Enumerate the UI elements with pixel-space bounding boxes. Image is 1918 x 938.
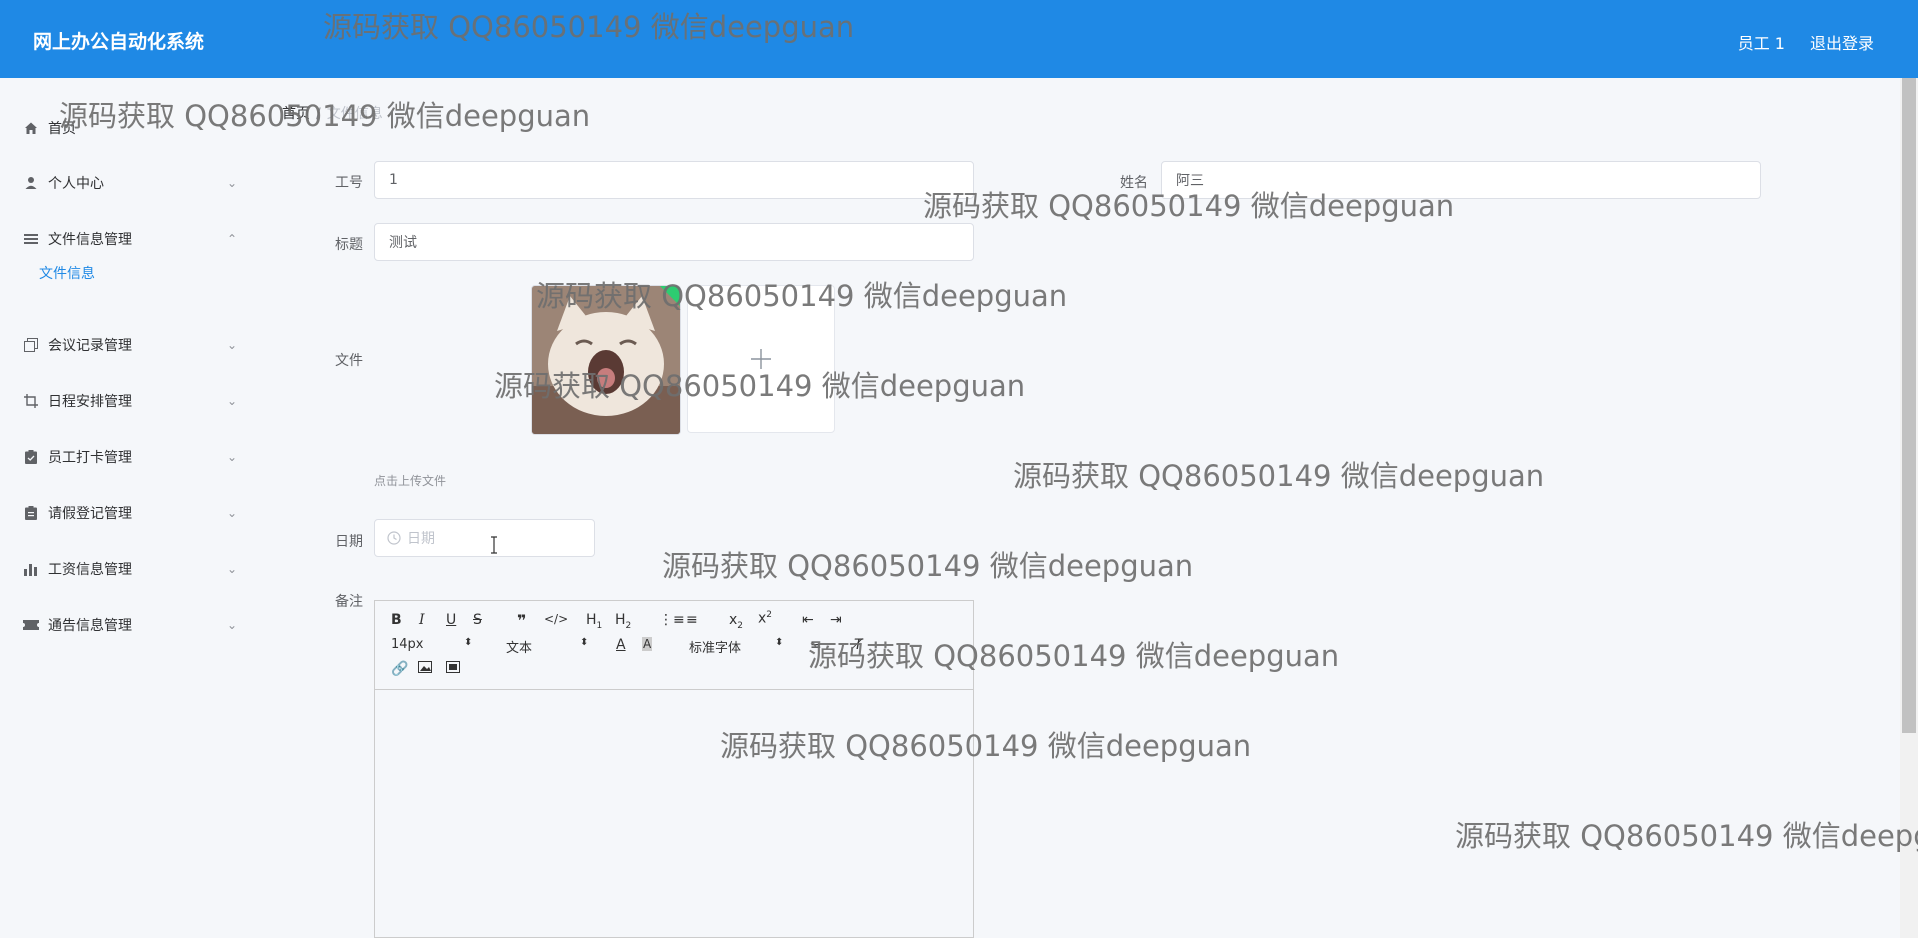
quote-icon[interactable]: ❞ [517,611,526,630]
list-icon [22,230,40,248]
date-placeholder: 日期 [407,531,435,547]
logout-button[interactable]: 退出登录 [1810,30,1874,54]
current-user-label: 员工 1 [1737,34,1785,53]
title-value: 测试 [389,235,417,251]
strikethrough-button[interactable]: S [473,612,482,628]
watermark: 源码获取 QQ86050149 微信deepguan [720,729,1252,763]
watermark: 源码获取 QQ86050149 微信deepguan [1455,819,1918,853]
sidebar-item-label: 个人中心 [48,176,104,192]
sidebar-item-announcement[interactable]: 通告信息管理 ⌄ [0,605,250,645]
font-color-icon[interactable]: A [616,637,626,653]
heading-value: 文本 [506,641,533,656]
title-input[interactable]: 测试 [374,223,974,261]
chevron-down-icon: ⌄ [227,562,238,576]
bullet-list-icon[interactable]: ≡ [686,612,698,628]
sidebar-item-label: 请假登记管理 [48,506,132,522]
scrollbar-thumb[interactable] [1902,78,1916,733]
watermark: 源码获取 QQ86050149 微信deepguan [662,549,1194,583]
chevron-down-icon: ⌄ [227,506,238,520]
code-block-icon[interactable]: </> [544,612,568,626]
ordered-list-icon[interactable]: ⋮≡ [659,612,685,628]
select-arrows-icon: ⬍ [580,637,589,648]
italic-button[interactable]: I [419,612,425,628]
underline-button[interactable]: U [446,612,456,628]
sidebar-item-label: 通告信息管理 [48,618,132,634]
top-navbar: 网上办公自动化系统 员工 1 退出登录 [0,0,1918,78]
crop-icon [22,392,40,410]
watermark: 源码获取 QQ86050149 微信deepguan [536,279,1068,313]
user-icon [22,174,40,192]
background-color-icon[interactable]: A [642,637,653,651]
font-family-value: 标准字体 [689,641,742,656]
clock-icon [387,531,401,545]
remark-label: 备注 [335,594,363,610]
employee-id-input[interactable]: 1 [374,161,974,199]
heading1-button[interactable]: H1 [586,612,602,631]
chevron-down-icon: ⌄ [227,450,238,464]
ticket-icon [22,616,40,634]
bold-button[interactable]: B [391,612,402,628]
sidebar-item-attendance[interactable]: 员工打卡管理 ⌄ [0,437,250,477]
superscript-button[interactable]: x2 [758,610,772,627]
employee-id-label: 工号 [335,175,363,191]
outdent-icon[interactable]: ⇤ [802,612,814,628]
sidebar-item-label: 工资信息管理 [48,562,132,578]
bar-chart-icon [22,560,40,578]
chevron-up-icon: ⌃ [227,232,238,246]
sidebar-item-schedule[interactable]: 日程安排管理 ⌄ [0,381,250,421]
watermark: 源码获取 QQ86050149 微信deepguan [494,369,1026,403]
sidebar-item-label: 日程安排管理 [48,394,132,410]
app-title: 网上办公自动化系统 [33,31,205,53]
sidebar-item-meeting-records[interactable]: 会议记录管理 ⌄ [0,325,250,365]
sidebar-item-leave[interactable]: 请假登记管理 ⌄ [0,493,250,533]
watermark: 源码获取 QQ86050149 微信deepguan [808,639,1340,673]
employee-id-value: 1 [389,172,398,188]
image-icon[interactable] [418,661,432,677]
sidebar-item-file-management[interactable]: 文件信息管理 ⌃ [0,219,250,259]
sidebar-subitem-file-info[interactable]: 文件信息 [39,263,95,283]
sidebar-item-label: 员工打卡管理 [48,450,132,466]
chevron-down-icon: ⌄ [227,338,238,352]
title-label: 标题 [335,237,363,253]
chevron-down-icon: ⌄ [227,618,238,632]
date-label: 日期 [335,534,363,550]
copy-icon [22,336,40,354]
heading-select[interactable]: 文本 ⬍ [506,637,588,656]
sidebar-item-personal-center[interactable]: 个人中心 ⌄ [0,163,250,203]
watermark: 源码获取 QQ86050149 微信deepguan [1013,459,1545,493]
watermark: 源码获取 QQ86050149 微信deepguan [59,99,591,133]
chevron-down-icon: ⌄ [227,176,238,190]
select-arrows-icon: ⬍ [464,637,473,648]
sidebar-item-salary[interactable]: 工资信息管理 ⌄ [0,549,250,589]
date-picker-input[interactable]: 日期 [374,519,595,557]
select-arrows-icon: ⬍ [775,637,784,648]
document-icon [22,504,40,522]
font-size-select[interactable]: 14px ⬍ [391,637,472,652]
subscript-button[interactable]: x2 [729,612,743,631]
clipboard-icon [22,448,40,466]
home-icon [22,119,40,137]
text-cursor-icon [490,536,498,554]
sidebar-item-label: 文件信息管理 [48,232,132,248]
file-label: 文件 [335,353,363,369]
font-family-select[interactable]: 标准字体 ⬍ [689,637,783,656]
font-size-value: 14px [391,637,424,652]
watermark: 源码获取 QQ86050149 微信deepguan [323,10,855,44]
link-icon[interactable]: 🔗 [391,661,408,677]
sidebar-item-label: 会议记录管理 [48,338,132,354]
watermark: 源码获取 QQ86050149 微信deepguan [923,189,1455,223]
heading2-button[interactable]: H2 [615,612,631,631]
upload-tip: 点击上传文件 [374,474,447,488]
video-icon[interactable] [446,661,460,677]
chevron-down-icon: ⌄ [227,394,238,408]
indent-icon[interactable]: ⇥ [830,612,842,628]
sidebar: 首页 个人中心 ⌄ 文件信息管理 ⌃ 文件信息 会议记录管理 ⌄ 日程安排管理 … [0,78,278,938]
